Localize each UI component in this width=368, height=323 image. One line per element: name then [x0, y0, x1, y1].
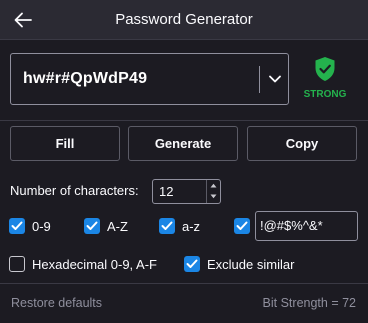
checkmark-icon: [236, 221, 248, 230]
length-stepper[interactable]: 12: [152, 179, 221, 204]
length-value[interactable]: 12: [159, 180, 173, 203]
bit-strength-text: Bit Strength = 72: [262, 296, 356, 310]
uppercase-checkbox[interactable]: [84, 218, 100, 234]
arrow-left-icon: [14, 12, 32, 28]
password-field[interactable]: hw#r#QpWdP49: [10, 53, 289, 105]
lowercase-label: a-z: [182, 219, 201, 234]
lowercase-checkbox[interactable]: [159, 218, 175, 234]
caret-down-icon: [210, 194, 217, 199]
length-label: Number of characters:: [10, 183, 139, 198]
digits-checkbox[interactable]: [9, 218, 25, 234]
hexadecimal-label: Hexadecimal 0-9, A-F: [32, 257, 157, 272]
shield-check-icon: [315, 57, 335, 81]
chevron-down-icon: [269, 75, 281, 83]
checkmark-icon: [161, 221, 173, 230]
exclude-similar-checkbox[interactable]: [184, 256, 200, 272]
password-history-dropdown[interactable]: [261, 54, 289, 104]
password-value[interactable]: hw#r#QpWdP49: [23, 54, 147, 104]
back-button[interactable]: [8, 6, 38, 34]
exclude-similar-label: Exclude similar: [207, 257, 295, 272]
checkmark-icon: [11, 221, 23, 230]
hexadecimal-checkbox[interactable]: [9, 256, 25, 272]
generate-button[interactable]: Generate: [128, 126, 238, 161]
stepper-arrows[interactable]: [206, 180, 220, 203]
digits-label: 0-9: [32, 219, 51, 234]
uppercase-label: A-Z: [107, 219, 128, 234]
password-field-divider: [259, 66, 260, 93]
symbols-checkbox[interactable]: [234, 218, 250, 234]
stepper-up-button[interactable]: [207, 180, 220, 191]
checkmark-icon: [186, 259, 198, 268]
section-divider: [0, 120, 368, 121]
footer-divider: [0, 283, 368, 284]
strength-label: STRONG: [303, 89, 347, 100]
fill-button[interactable]: Fill: [10, 126, 120, 161]
stepper-down-button[interactable]: [207, 191, 220, 202]
checkmark-icon: [86, 221, 98, 230]
symbols-input[interactable]: !@#$%^&*: [255, 211, 358, 241]
page-title: Password Generator: [115, 11, 253, 28]
copy-button[interactable]: Copy: [247, 126, 357, 161]
title-bar: Password Generator: [0, 0, 368, 40]
strength-indicator: STRONG: [296, 56, 354, 100]
caret-up-icon: [210, 183, 217, 188]
restore-defaults-link[interactable]: Restore defaults: [11, 296, 102, 310]
